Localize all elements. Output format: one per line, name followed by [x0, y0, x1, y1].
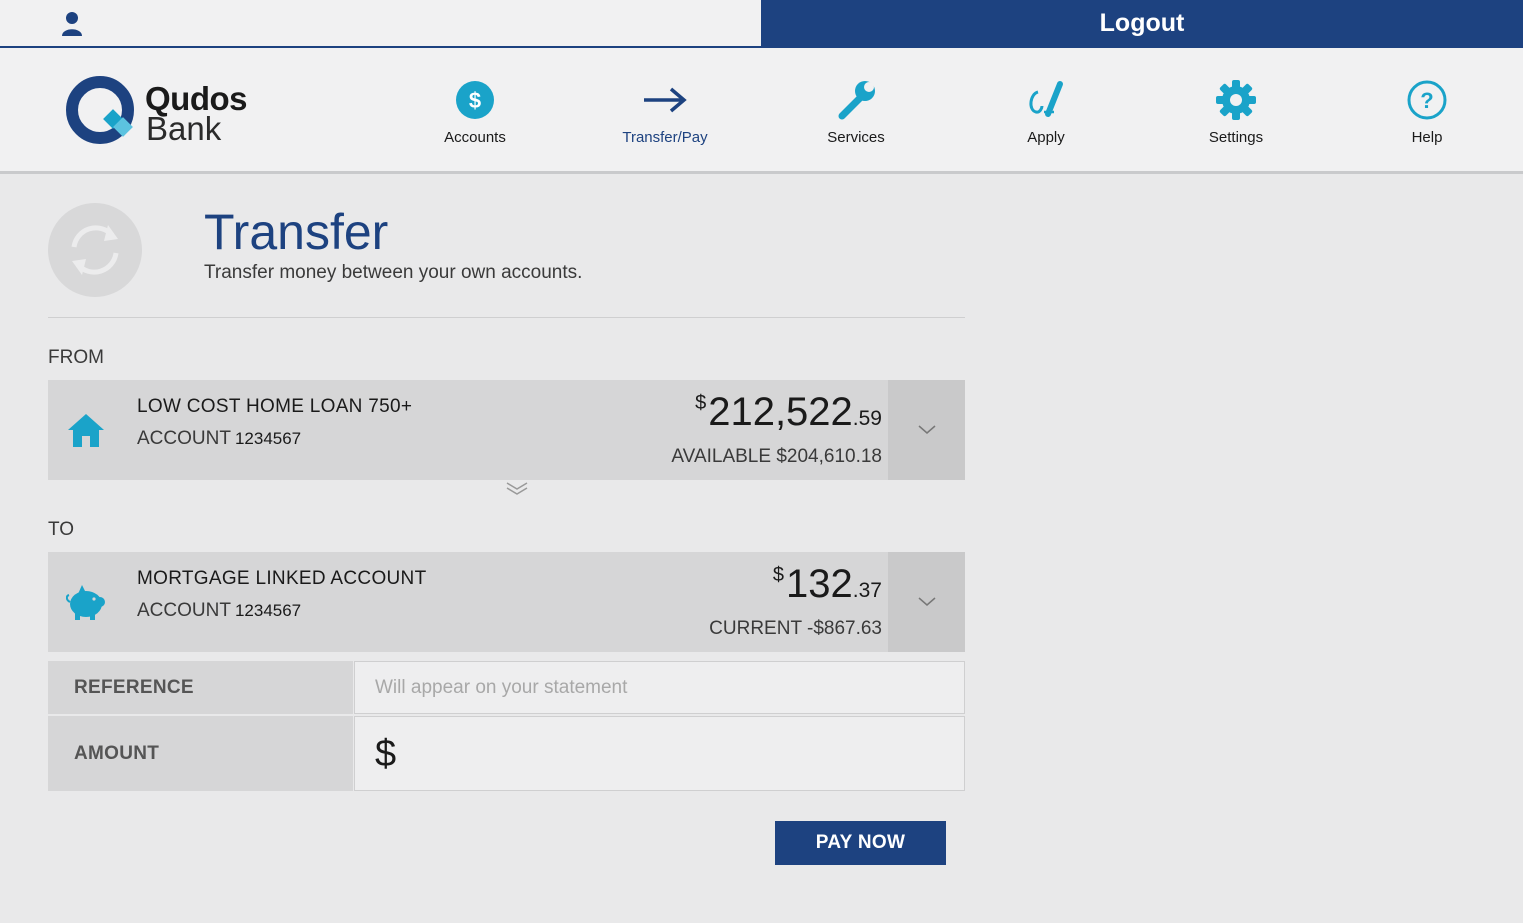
- user-icon[interactable]: [60, 11, 84, 37]
- svg-text:$: $: [469, 88, 481, 113]
- arrow-right-icon: [644, 87, 687, 113]
- dollar-circle-icon: $: [456, 81, 494, 119]
- brand-name-line2: Bank: [146, 110, 222, 147]
- from-available-balance: AVAILABLE $204,610.18: [671, 446, 882, 467]
- to-account-name: MORTGAGE LINKED ACCOUNT: [137, 568, 427, 589]
- nav-transfer-pay[interactable]: Transfer/Pay: [595, 78, 735, 146]
- from-account-name: LOW COST HOME LOAN 750+: [137, 396, 413, 417]
- question-circle-icon: ?: [1407, 80, 1447, 120]
- page-subtitle: Transfer money between your own accounts…: [204, 262, 583, 283]
- from-account-label: ACCOUNT: [137, 428, 231, 449]
- nav-services[interactable]: Services: [786, 78, 926, 146]
- amount-currency-symbol: $: [375, 733, 397, 775]
- pay-now-button[interactable]: PAY NOW: [775, 821, 946, 865]
- to-account-number: 1234567: [234, 601, 302, 620]
- pen-signature-icon: [1029, 81, 1063, 117]
- wrench-icon: [838, 81, 875, 120]
- reference-label: REFERENCE: [48, 661, 353, 714]
- from-currency-symbol: $: [695, 392, 707, 414]
- from-balance-cents: .59: [852, 407, 882, 430]
- nav-accounts[interactable]: $ Accounts: [405, 78, 545, 146]
- svg-text:?: ?: [1420, 88, 1433, 113]
- reference-field-box: [354, 661, 965, 714]
- nav-settings-label: Settings: [1208, 129, 1264, 146]
- from-account-dropdown[interactable]: [888, 380, 965, 480]
- nav-transfer-pay-label: Transfer/Pay: [622, 129, 708, 146]
- amount-row: AMOUNT $: [48, 716, 965, 791]
- nav-apply[interactable]: Apply: [976, 78, 1116, 146]
- nav-help-label: Help: [1411, 129, 1443, 146]
- to-label: TO: [48, 519, 75, 540]
- from-label: FROM: [48, 347, 104, 368]
- amount-input[interactable]: [411, 717, 961, 790]
- nav-settings[interactable]: Settings: [1166, 78, 1306, 146]
- top-bar: Logout: [0, 0, 1523, 48]
- swap-accounts-icon[interactable]: [505, 481, 529, 497]
- amount-field-box: $: [354, 716, 965, 791]
- main-nav: Qudos Bank $ Accounts Transfer/Pay Servi…: [0, 48, 1523, 174]
- house-icon: [66, 410, 106, 450]
- from-account-balance: $212,522.59: [695, 390, 882, 435]
- nav-services-label: Services: [827, 129, 885, 146]
- from-account-number-row: ACCOUNT 1234567: [137, 428, 301, 450]
- piggy-bank-icon: [65, 582, 106, 622]
- reference-row: REFERENCE: [48, 661, 965, 714]
- to-account-number-row: ACCOUNT 1234567: [137, 600, 301, 622]
- transfer-refresh-icon: [48, 203, 142, 297]
- chevron-down-icon: [918, 597, 936, 606]
- to-account-dropdown[interactable]: [888, 552, 965, 652]
- header-divider: [48, 317, 965, 318]
- nav-help[interactable]: ? Help: [1357, 78, 1497, 146]
- amount-label: AMOUNT: [48, 716, 353, 791]
- to-account-balance: $132.37: [773, 562, 882, 607]
- nav-accounts-label: Accounts: [444, 129, 506, 146]
- to-account-label: ACCOUNT: [137, 600, 231, 621]
- to-balance-cents: .37: [852, 579, 882, 602]
- from-account-selector[interactable]: LOW COST HOME LOAN 750+ ACCOUNT 1234567 $…: [48, 380, 965, 480]
- from-balance-whole: 212,522: [708, 390, 853, 434]
- from-account-number: 1234567: [234, 429, 302, 448]
- logout-button[interactable]: Logout: [761, 0, 1523, 46]
- reference-input[interactable]: [355, 662, 964, 713]
- to-currency-symbol: $: [772, 564, 785, 586]
- nav-apply-label: Apply: [1027, 129, 1065, 146]
- to-current-balance: CURRENT -$867.63: [709, 618, 882, 639]
- page-title: Transfer: [204, 204, 389, 260]
- chevron-down-icon: [918, 425, 936, 434]
- to-balance-whole: 132: [786, 562, 853, 606]
- gear-icon: [1216, 80, 1256, 120]
- to-account-selector[interactable]: MORTGAGE LINKED ACCOUNT ACCOUNT 1234567 $…: [48, 552, 965, 652]
